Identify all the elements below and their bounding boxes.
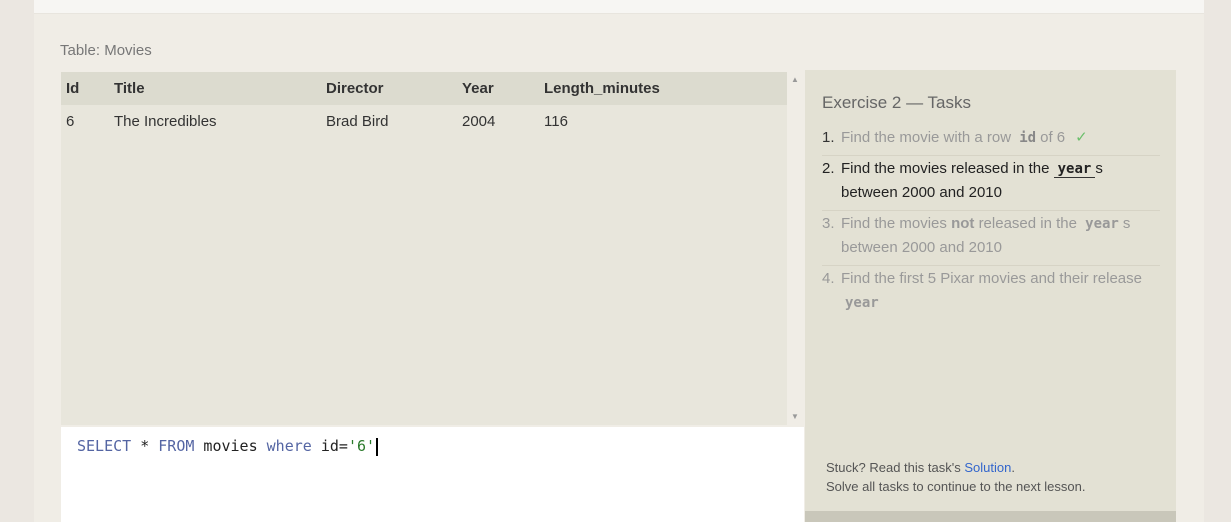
tasks-footer: Stuck? Read this task's Solution. Solve … (826, 458, 1085, 496)
cell-length-minutes: 116 (544, 112, 568, 130)
task-number: 4. (822, 270, 835, 287)
task-number: 1. (822, 129, 835, 146)
sql-keyword-where: where (266, 437, 312, 455)
task-text: Find the first 5 Pixar movies and their … (841, 267, 1160, 315)
sql-query-text[interactable]: SELECT * FROM movies where id='6' (77, 437, 379, 456)
task-number: 2. (822, 160, 835, 177)
tasks-bottom-bar (805, 511, 1176, 522)
cell-id: 6 (66, 112, 75, 130)
column-header-year: Year (462, 80, 494, 97)
table-scrollbar[interactable]: ▲ ▼ (787, 72, 803, 425)
task-code-id: id (1019, 130, 1037, 146)
sql-table-name: movies (194, 437, 267, 455)
task-code-year: year (1053, 161, 1096, 178)
results-table-container: Id Title Director Year Length_minutes 6 … (61, 72, 787, 425)
task-code-year: year (1085, 216, 1119, 232)
cell-director: Brad Bird (326, 112, 389, 130)
task-text-post: of 6 (1040, 129, 1066, 146)
top-bar (34, 0, 1204, 14)
task-text-pre: Find the movie with a row (841, 129, 1012, 146)
scroll-down-arrow-icon[interactable]: ▼ (787, 412, 803, 422)
exercise-tasks-panel: Exercise 2 — Tasks 1. Find the movie wit… (805, 70, 1176, 522)
stuck-text: Stuck? Read this task's (826, 460, 965, 475)
sql-star: * (131, 437, 159, 455)
column-header-length-minutes: Length_minutes (544, 80, 660, 97)
column-header-id: Id (66, 80, 80, 97)
task-text-pre: Find the first 5 Pixar movies and their … (841, 270, 1142, 287)
sql-condition: id= (311, 437, 348, 455)
cell-year: 2004 (462, 112, 496, 130)
column-header-director: Director (326, 80, 384, 97)
task-item-1: 1. Find the movie with a row id of 6 ✓ (822, 125, 1160, 156)
sql-string-value: '6' (347, 437, 376, 455)
scroll-up-arrow-icon[interactable]: ▲ (787, 75, 803, 85)
task-code-year: year (845, 295, 879, 311)
task-text: Find the movie with a row id of 6 ✓ (841, 126, 1088, 150)
column-header-title: Title (114, 80, 145, 97)
sql-keyword-select: SELECT (77, 437, 132, 455)
results-table: Id Title Director Year Length_minutes 6 … (61, 72, 787, 137)
task-text-pre: Find the movies (841, 215, 947, 232)
task-text-mid: released in the (978, 215, 1077, 232)
task-item-3: 3. Find the movies not released in the y… (822, 211, 1160, 266)
text-cursor (376, 437, 379, 456)
task-number: 3. (822, 215, 835, 232)
task-text: Find the movies not released in the year… (841, 212, 1160, 260)
continue-hint: Solve all tasks to continue to the next … (826, 479, 1086, 494)
sql-query-editor[interactable]: SELECT * FROM movies where id='6' (61, 427, 804, 522)
stuck-line: Stuck? Read this task's Solution. (826, 458, 1085, 477)
task-text: Find the movies released in the year s be… (841, 157, 1160, 205)
exercise-title: Exercise 2 — Tasks (822, 93, 971, 112)
task-item-2: 2. Find the movies released in the year s… (822, 156, 1160, 211)
sql-keyword-from: FROM (158, 437, 195, 455)
solution-link[interactable]: Solution (964, 460, 1011, 475)
task-list: 1. Find the movie with a row id of 6 ✓ 2. … (822, 125, 1160, 320)
cell-title: The Incredibles (114, 112, 217, 130)
table-header-row: Id Title Director Year Length_minutes (61, 72, 787, 105)
checkmark-icon: ✓ (1075, 129, 1088, 146)
stuck-suffix: . (1011, 460, 1015, 475)
task-bold-not: not (951, 215, 975, 232)
table-row: 6 The Incredibles Brad Bird 2004 116 (61, 105, 787, 137)
task-text-pre: Find the movies released in the (841, 160, 1050, 177)
task-item-4: 4. Find the first 5 Pixar movies and the… (822, 266, 1160, 320)
table-label: Table: Movies (60, 42, 152, 59)
